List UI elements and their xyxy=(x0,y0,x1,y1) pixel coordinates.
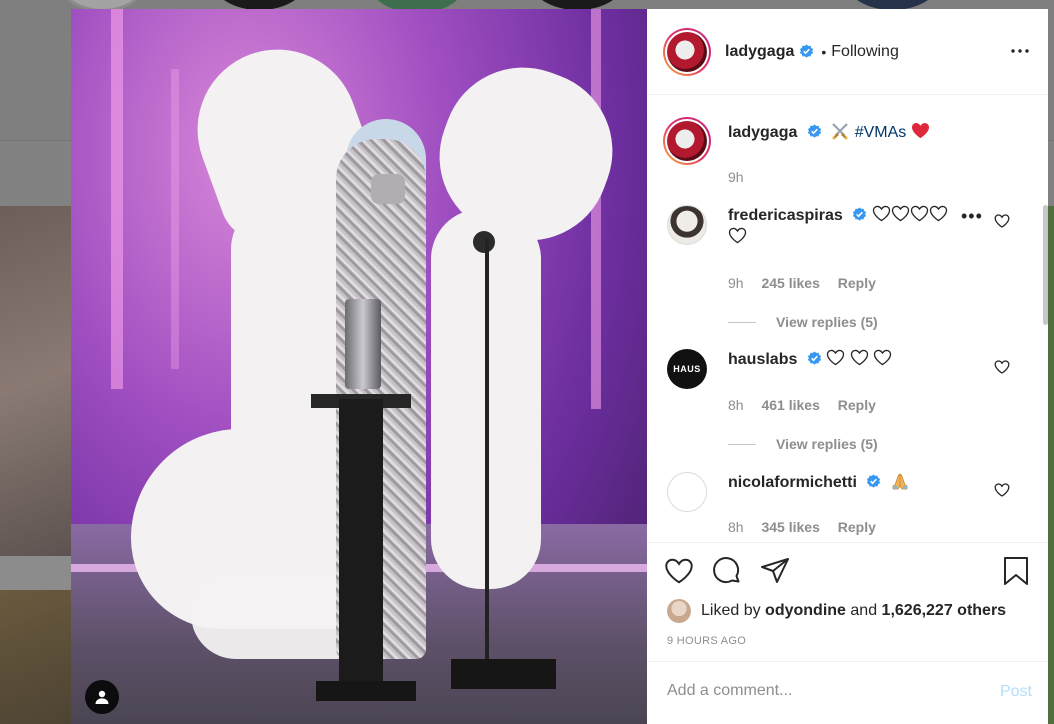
caption-username[interactable]: ladygaga xyxy=(728,124,797,141)
white-heart-emoji-icon xyxy=(728,227,747,244)
reply-button[interactable]: Reply xyxy=(838,519,876,535)
post-timestamp[interactable]: 9 HOURS AGO xyxy=(667,635,746,647)
hashtag-link[interactable]: #VMAs xyxy=(855,124,907,141)
caption-timestamp: 9h xyxy=(728,169,744,185)
verified-badge-icon xyxy=(853,207,867,221)
white-heart-emoji-icon xyxy=(827,349,845,366)
red-heart-emoji-icon xyxy=(911,122,929,139)
save-button[interactable] xyxy=(1000,555,1032,587)
white-heart-emoji-icon xyxy=(850,349,868,366)
comment-bubble-icon xyxy=(713,557,740,584)
comment-timestamp: 9h xyxy=(728,275,744,291)
heart-icon xyxy=(665,558,693,584)
comment-likes[interactable]: 345 likes xyxy=(761,519,819,535)
following-button[interactable]: Following xyxy=(831,43,899,61)
crossed-swords-emoji-icon xyxy=(832,123,849,140)
white-heart-emoji-icon xyxy=(929,205,947,222)
verified-badge-icon xyxy=(800,44,814,58)
comment-username[interactable]: fredericaspiras xyxy=(728,207,843,224)
post-actions: Liked by odyondine and 1,626,227 others … xyxy=(647,542,1048,724)
like-comment-heart-icon[interactable] xyxy=(994,359,1010,375)
verified-badge-icon xyxy=(807,351,821,365)
comment-timestamp: 8h xyxy=(728,519,744,535)
post-photo[interactable] xyxy=(71,9,647,724)
separator-dot: • xyxy=(821,43,827,60)
view-replies-button[interactable]: View replies (5) xyxy=(728,314,878,330)
more-options-button[interactable] xyxy=(1008,39,1032,63)
comment-username[interactable]: nicolaformichetti xyxy=(728,474,857,491)
comment-likes[interactable]: 245 likes xyxy=(761,275,819,291)
white-heart-emoji-icon xyxy=(873,349,892,366)
like-comment-heart-icon[interactable] xyxy=(994,213,1010,229)
comment-timestamp: 8h xyxy=(728,397,744,413)
user-tags-button[interactable] xyxy=(85,680,119,714)
comments-list[interactable]: ladygaga #VMAs 9h fredericaspiras ••• 9h… xyxy=(647,95,1048,542)
user-icon xyxy=(95,690,109,704)
add-comment-input[interactable] xyxy=(667,682,967,700)
liked-by-count[interactable]: 1,626,227 others xyxy=(882,602,1007,620)
caption-author-avatar[interactable] xyxy=(663,117,711,165)
post-header: ladygaga • Following xyxy=(647,9,1048,95)
share-button[interactable] xyxy=(759,555,791,587)
paper-plane-icon xyxy=(761,558,789,583)
like-button[interactable] xyxy=(663,555,695,587)
background-image-tile xyxy=(0,206,71,556)
background-image-tile xyxy=(1048,206,1054,724)
comment-options-button[interactable]: ••• xyxy=(961,206,983,227)
commenter-avatar[interactable] xyxy=(667,472,707,512)
bookmark-icon xyxy=(1004,557,1028,585)
background-image-tile xyxy=(0,590,71,724)
white-heart-emoji-icon xyxy=(872,205,890,222)
white-heart-emoji-icon xyxy=(910,205,928,222)
author-avatar[interactable] xyxy=(663,27,711,76)
post-sidebar: ladygaga • Following ladygaga #VMAs 9h f… xyxy=(647,9,1048,724)
liked-by-avatar[interactable] xyxy=(667,599,691,623)
verified-badge-icon xyxy=(867,474,881,488)
liked-by-summary: Liked by odyondine and 1,626,227 others xyxy=(667,599,1006,623)
comments-scrollbar[interactable] xyxy=(1043,205,1048,325)
liked-by-username[interactable]: odyondine xyxy=(765,602,846,620)
commenter-avatar[interactable] xyxy=(667,205,707,245)
white-heart-emojis xyxy=(826,349,892,368)
verified-badge-icon xyxy=(807,124,821,138)
reply-button[interactable]: Reply xyxy=(838,397,876,413)
folded-hands-emoji-icon xyxy=(892,473,908,490)
comment-likes[interactable]: 461 likes xyxy=(761,397,819,413)
reply-button[interactable]: Reply xyxy=(838,275,876,291)
like-comment-heart-icon[interactable] xyxy=(994,482,1010,498)
author-username[interactable]: ladygaga xyxy=(725,43,794,61)
add-comment-section: Post xyxy=(647,661,1048,724)
white-heart-emoji-icon xyxy=(891,205,909,222)
comment-button[interactable] xyxy=(711,555,743,587)
commenter-avatar[interactable]: HAUS xyxy=(667,349,707,389)
more-horizontal-icon xyxy=(1011,49,1029,53)
comment-username[interactable]: hauslabs xyxy=(728,351,797,368)
post-comment-button[interactable]: Post xyxy=(1000,683,1032,701)
view-replies-button[interactable]: View replies (5) xyxy=(728,436,878,452)
